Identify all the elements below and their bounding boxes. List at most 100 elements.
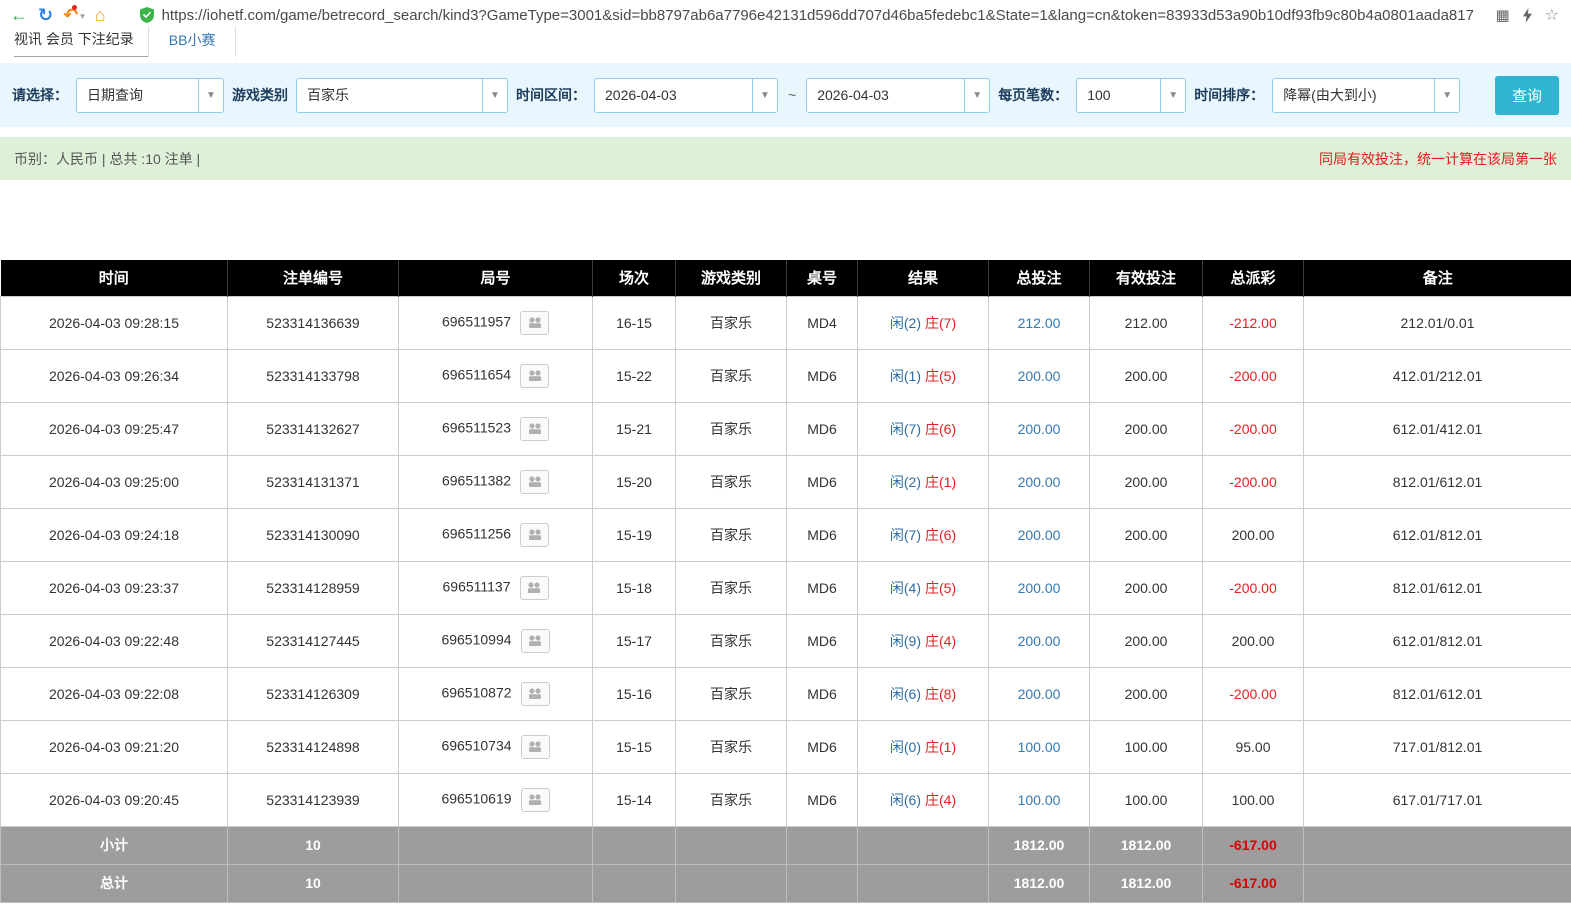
breadcrumb[interactable]: 视讯 会员 下注纪录 <box>14 29 148 57</box>
film-icon <box>528 422 541 434</box>
cell-time: 2026-04-03 09:22:48 <box>0 613 228 668</box>
cell-session: 15-15 <box>592 719 676 774</box>
currency-total-text: 币别：人民币 | 总共 :10 注单 | <box>14 150 201 167</box>
video-replay-button[interactable] <box>520 628 550 653</box>
cell-game-type: 百家乐 <box>675 401 787 456</box>
game-type-value: 百家乐 <box>307 87 349 103</box>
cell-payout: -200.00 <box>1202 348 1304 403</box>
cell-result: 闲(2) 庄(7) <box>857 295 989 350</box>
sort-select[interactable]: 降幂(由大到小) ▼ <box>1272 77 1461 113</box>
chevron-down-icon: ▼ <box>964 78 989 112</box>
cell-total-bet: 200.00 <box>988 507 1090 562</box>
cell-payout: -200.00 <box>1202 560 1304 615</box>
video-replay-button[interactable] <box>520 522 550 547</box>
query-type-select[interactable]: 日期查询 ▼ <box>76 77 224 113</box>
video-replay-button[interactable] <box>520 363 550 388</box>
cell-time: 2026-04-03 09:22:08 <box>0 666 228 721</box>
video-replay-button[interactable] <box>520 681 550 706</box>
cell-result: 闲(9) 庄(4) <box>857 613 989 668</box>
cell-valid-bet: 200.00 <box>1089 348 1203 403</box>
cell-bet-id: 523314133798 <box>227 348 399 403</box>
cell-game-type: 百家乐 <box>675 560 787 615</box>
tab-bb[interactable]: BB小赛 <box>147 27 237 57</box>
film-icon <box>528 316 541 328</box>
table-row: 2026-04-03 09:24:18 523314130090 6965112… <box>0 507 1571 562</box>
col-time: 时间 <box>0 260 228 296</box>
cell-valid-bet: 200.00 <box>1089 666 1203 721</box>
total-bet-link[interactable]: 200.00 <box>1018 527 1061 543</box>
video-replay-button[interactable] <box>520 734 550 759</box>
col-total-bet: 总投注 <box>988 260 1090 296</box>
film-icon <box>529 687 542 699</box>
video-replay-button[interactable] <box>520 787 550 812</box>
total-bet-link[interactable]: 200.00 <box>1018 633 1061 649</box>
cell-payout: -200.00 <box>1202 666 1304 721</box>
cell-game-type: 百家乐 <box>675 666 787 721</box>
cell-table-no: MD6 <box>786 719 858 774</box>
table-row: 2026-04-03 09:25:00 523314131371 6965113… <box>0 454 1571 509</box>
cell-valid-bet: 200.00 <box>1089 560 1203 615</box>
table-row: 2026-04-03 09:28:15 523314136639 6965119… <box>0 295 1571 350</box>
cell-time: 2026-04-03 09:26:34 <box>0 348 228 403</box>
date-to-input[interactable]: 2026-04-03 ▼ <box>806 77 991 113</box>
cell-game-type: 百家乐 <box>675 295 787 350</box>
total-bet-link[interactable]: 212.00 <box>1018 315 1061 331</box>
result-banker: 庄(7) <box>925 314 957 331</box>
lightning-icon[interactable] <box>1522 7 1533 23</box>
table-row: 2026-04-03 09:26:34 523314133798 6965116… <box>0 348 1571 403</box>
total-bet-link[interactable]: 200.00 <box>1018 686 1061 702</box>
cell-remark: 612.01/812.01 <box>1303 507 1571 562</box>
video-replay-button[interactable] <box>519 575 549 600</box>
address-bar[interactable]: https://iohetf.com/game/betrecord_search… <box>139 7 1486 24</box>
back-icon[interactable]: ← <box>10 6 28 24</box>
extensions-grid-icon[interactable]: ▦ <box>1495 6 1509 24</box>
video-replay-button[interactable] <box>520 310 550 335</box>
total-bet-link[interactable]: 200.00 <box>1018 368 1061 384</box>
table-row: 2026-04-03 09:23:37 523314128959 6965111… <box>0 560 1571 615</box>
search-button[interactable]: 查询 <box>1494 75 1559 115</box>
col-round-id: 局号 <box>398 260 593 296</box>
total-valid-bet: 1812.00 <box>1089 863 1203 903</box>
game-type-select[interactable]: 百家乐 ▼ <box>296 77 508 113</box>
cell-round-id: 696511957 <box>398 295 593 350</box>
table-row: 2026-04-03 09:22:08 523314126309 6965108… <box>0 666 1571 721</box>
total-bet-link[interactable]: 100.00 <box>1018 739 1061 755</box>
notice-text: 同局有效投注，统一计算在该局第一张 <box>1319 150 1557 167</box>
date-from-input[interactable]: 2026-04-03 ▼ <box>594 77 778 113</box>
cell-table-no: MD4 <box>786 295 858 350</box>
result-player: 闲(0) <box>889 738 921 755</box>
total-bet-link[interactable]: 100.00 <box>1018 792 1061 808</box>
col-table-no: 桌号 <box>786 260 858 296</box>
subtotal-count: 10 <box>227 825 399 865</box>
cell-session: 15-14 <box>592 772 676 827</box>
cell-time: 2026-04-03 09:24:18 <box>0 507 228 562</box>
bet-record-table: 时间 注单编号 局号 场次 游戏类别 桌号 结果 总投注 有效投注 总派彩 备注… <box>0 260 1571 903</box>
film-icon <box>529 740 542 752</box>
sort-label: 时间排序： <box>1194 87 1265 103</box>
cell-round-id: 696510619 <box>398 772 593 827</box>
cell-table-no: MD6 <box>786 560 858 615</box>
refresh-icon[interactable]: ↻ <box>38 6 53 24</box>
cell-time: 2026-04-03 09:21:20 <box>0 719 228 774</box>
cell-remark: 717.01/812.01 <box>1303 719 1571 774</box>
bookmark-star-icon[interactable]: ☆ <box>1545 5 1559 25</box>
total-bet-link[interactable]: 200.00 <box>1018 580 1061 596</box>
total-bet-link[interactable]: 200.00 <box>1018 474 1061 490</box>
page-size-select[interactable]: 100 ▼ <box>1076 77 1187 113</box>
cell-game-type: 百家乐 <box>675 772 787 827</box>
result-player: 闲(6) <box>889 791 921 808</box>
undo-button[interactable]: ↶ ▾ <box>63 5 85 24</box>
cell-total-bet: 200.00 <box>988 613 1090 668</box>
bet-table-body: 2026-04-03 09:28:15 523314136639 6965119… <box>0 295 1571 827</box>
film-icon <box>529 634 542 646</box>
cell-result: 闲(0) 庄(1) <box>857 719 989 774</box>
total-bet-link[interactable]: 200.00 <box>1018 421 1061 437</box>
video-replay-button[interactable] <box>520 416 550 441</box>
chevron-down-icon: ▼ <box>482 78 507 112</box>
cell-remark: 212.01/0.01 <box>1303 295 1571 350</box>
subtotal-valid-bet: 1812.00 <box>1089 825 1203 865</box>
cell-game-type: 百家乐 <box>675 507 787 562</box>
home-icon[interactable]: ⌂ <box>95 6 106 24</box>
video-replay-button[interactable] <box>520 469 550 494</box>
cell-session: 15-19 <box>592 507 676 562</box>
